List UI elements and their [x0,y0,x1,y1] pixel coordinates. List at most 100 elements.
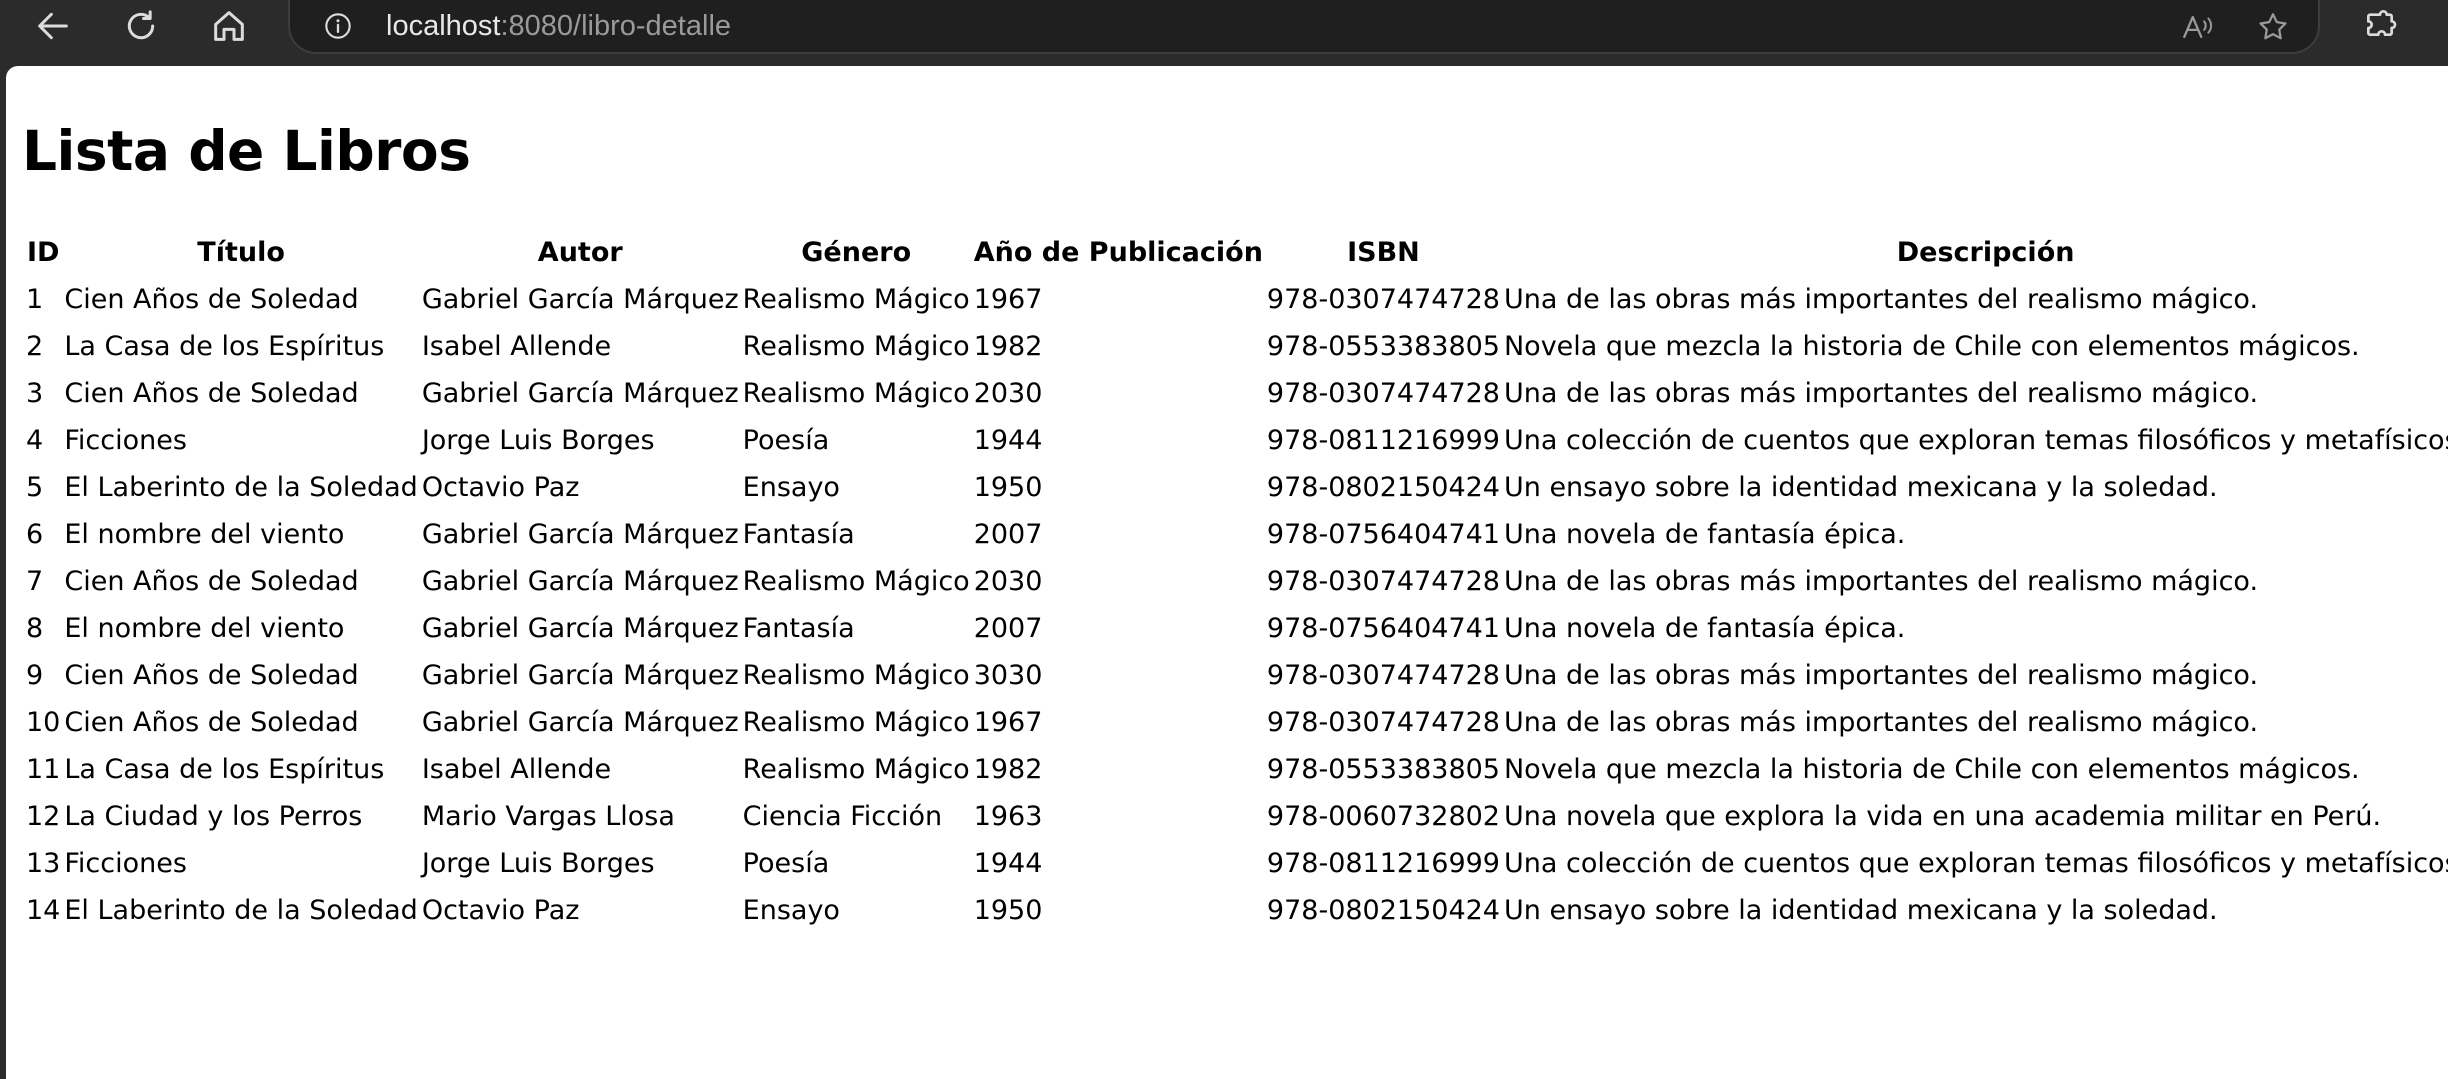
cell-autor: Gabriel García Márquez [421,284,739,315]
header-autor: Autor [537,237,623,268]
cell-autor: Gabriel García Márquez [421,566,739,597]
cell-id: 10 [26,707,61,738]
cell-genero: Fantasía [742,519,855,550]
cell-descripcion: Una colección de cuentos que exploran te… [1503,425,2448,456]
cell-genero: Poesía [742,425,830,456]
address-bar[interactable]: localhost:8080/libro-detalle [288,0,2320,54]
cell-id: 9 [26,660,44,691]
table-row: 9 Cien Años de Soledad Gabriel García Márq… [24,652,2448,699]
cell-descripcion: Novela que mezcla la historia de Chile c… [1503,754,2360,785]
home-button[interactable] [194,0,264,52]
cell-titulo: El nombre del viento [64,519,345,550]
cell-isbn: 978-0307474728 [1266,707,1500,738]
browser-toolbar: localhost:8080/libro-detalle [0,0,2448,66]
cell-anio: 1967 [973,284,1043,315]
cell-anio: 1950 [973,472,1043,503]
table-row: 8 El nombre del viento Gabriel García Márq… [24,605,2448,652]
cell-anio: 2030 [973,378,1043,409]
table-row: 12 La Ciudad y los Perros Mario Vargas Llo… [24,793,2448,840]
cell-autor: Isabel Allende [421,331,612,362]
cell-titulo: Cien Años de Soledad [64,707,359,738]
cell-descripcion: Una novela de fantasía épica. [1503,519,1906,550]
cell-id: 13 [26,848,61,879]
header-anio: Año de Publicación [973,237,1263,268]
cell-id: 11 [26,754,61,785]
cell-isbn: 978-0756404741 [1266,613,1500,644]
cell-isbn: 978-0060732802 [1266,801,1500,832]
cell-titulo: Cien Años de Soledad [64,660,359,691]
cell-genero: Realismo Mágico [742,284,970,315]
cell-id: 2 [26,331,44,362]
cell-anio: 3030 [973,660,1043,691]
cell-autor: Jorge Luis Borges [421,848,655,879]
cell-titulo: La Ciudad y los Perros [64,801,363,832]
cell-anio: 1982 [973,754,1043,785]
info-icon[interactable] [324,12,352,40]
cell-autor: Gabriel García Márquez [421,519,739,550]
cell-anio: 2007 [973,613,1043,644]
cell-genero: Realismo Mágico [742,566,970,597]
cell-autor: Gabriel García Márquez [421,378,739,409]
cell-descripcion: Una de las obras más importantes del rea… [1503,566,2259,597]
cell-titulo: Ficciones [64,425,187,456]
cell-genero: Ciencia Ficción [742,801,943,832]
cell-titulo: La Casa de los Espíritus [64,331,385,362]
cell-titulo: La Casa de los Espíritus [64,754,385,785]
cell-id: 8 [26,613,44,644]
table-row: 2 La Casa de los Espíritus Isabel Allende R… [24,323,2448,370]
cell-genero: Ensayo [742,895,840,926]
cell-autor: Gabriel García Márquez [421,613,739,644]
table-row: 5 El Laberinto de la Soledad Octavio Paz En… [24,464,2448,511]
back-button[interactable] [18,0,88,52]
reload-button[interactable] [106,0,176,52]
cell-id: 7 [26,566,44,597]
header-descripcion: Descripción [1896,237,2075,268]
cell-titulo: El nombre del viento [64,613,345,644]
cell-genero: Realismo Mágico [742,331,970,362]
header-titulo: Título [197,237,285,268]
cell-anio: 2007 [973,519,1043,550]
cell-anio: 2030 [973,566,1043,597]
page-viewport: Lista de Libros ID Título Autor Género A… [6,66,2448,1079]
cell-titulo: Cien Años de Soledad [64,566,359,597]
table-row: 14 El Laberinto de la Soledad Octavio Paz E… [24,887,2448,934]
cell-id: 6 [26,519,44,550]
table-body: 1 Cien Años de Soledad Gabriel García Márq… [24,276,2448,934]
table-row: 11 La Casa de los Espíritus Isabel Allende… [24,746,2448,793]
cell-isbn: 978-0553383805 [1266,754,1500,785]
extensions-icon[interactable] [2360,8,2400,48]
cell-isbn: 978-0756404741 [1266,519,1500,550]
cell-id: 12 [26,801,61,832]
cell-isbn: 978-0307474728 [1266,566,1500,597]
star-icon[interactable] [2256,10,2290,44]
read-aloud-icon[interactable] [2180,10,2214,44]
cell-anio: 1967 [973,707,1043,738]
url-host: localhost [386,10,501,42]
cell-descripcion: Una colección de cuentos que exploran te… [1503,848,2448,879]
url-text[interactable]: localhost:8080/libro-detalle [386,8,731,44]
cell-genero: Poesía [742,848,830,879]
cell-descripcion: Una de las obras más importantes del rea… [1503,707,2259,738]
cell-genero: Ensayo [742,472,840,503]
cell-genero: Realismo Mágico [742,754,970,785]
table-header-row: ID Título Autor Género Año de Publicació… [24,229,2448,276]
cell-descripcion: Una de las obras más importantes del rea… [1503,284,2259,315]
cell-autor: Gabriel García Márquez [421,660,739,691]
cell-autor: Mario Vargas Llosa [421,801,675,832]
cell-genero: Realismo Mágico [742,378,970,409]
cell-isbn: 978-0307474728 [1266,378,1500,409]
cell-titulo: Ficciones [64,848,187,879]
cell-descripcion: Novela que mezcla la historia de Chile c… [1503,331,2360,362]
cell-id: 1 [26,284,44,315]
cell-id: 5 [26,472,44,503]
table-row: 1 Cien Años de Soledad Gabriel García Márq… [24,276,2448,323]
table-row: 10 Cien Años de Soledad Gabriel García Már… [24,699,2448,746]
cell-autor: Isabel Allende [421,754,612,785]
header-id: ID [26,237,60,268]
home-icon [214,11,244,41]
cell-titulo: Cien Años de Soledad [64,284,359,315]
cell-descripcion: Una novela de fantasía épica. [1503,613,1906,644]
cell-isbn: 978-0307474728 [1266,660,1500,691]
cell-anio: 1944 [973,848,1043,879]
back-arrow-icon [38,12,68,40]
